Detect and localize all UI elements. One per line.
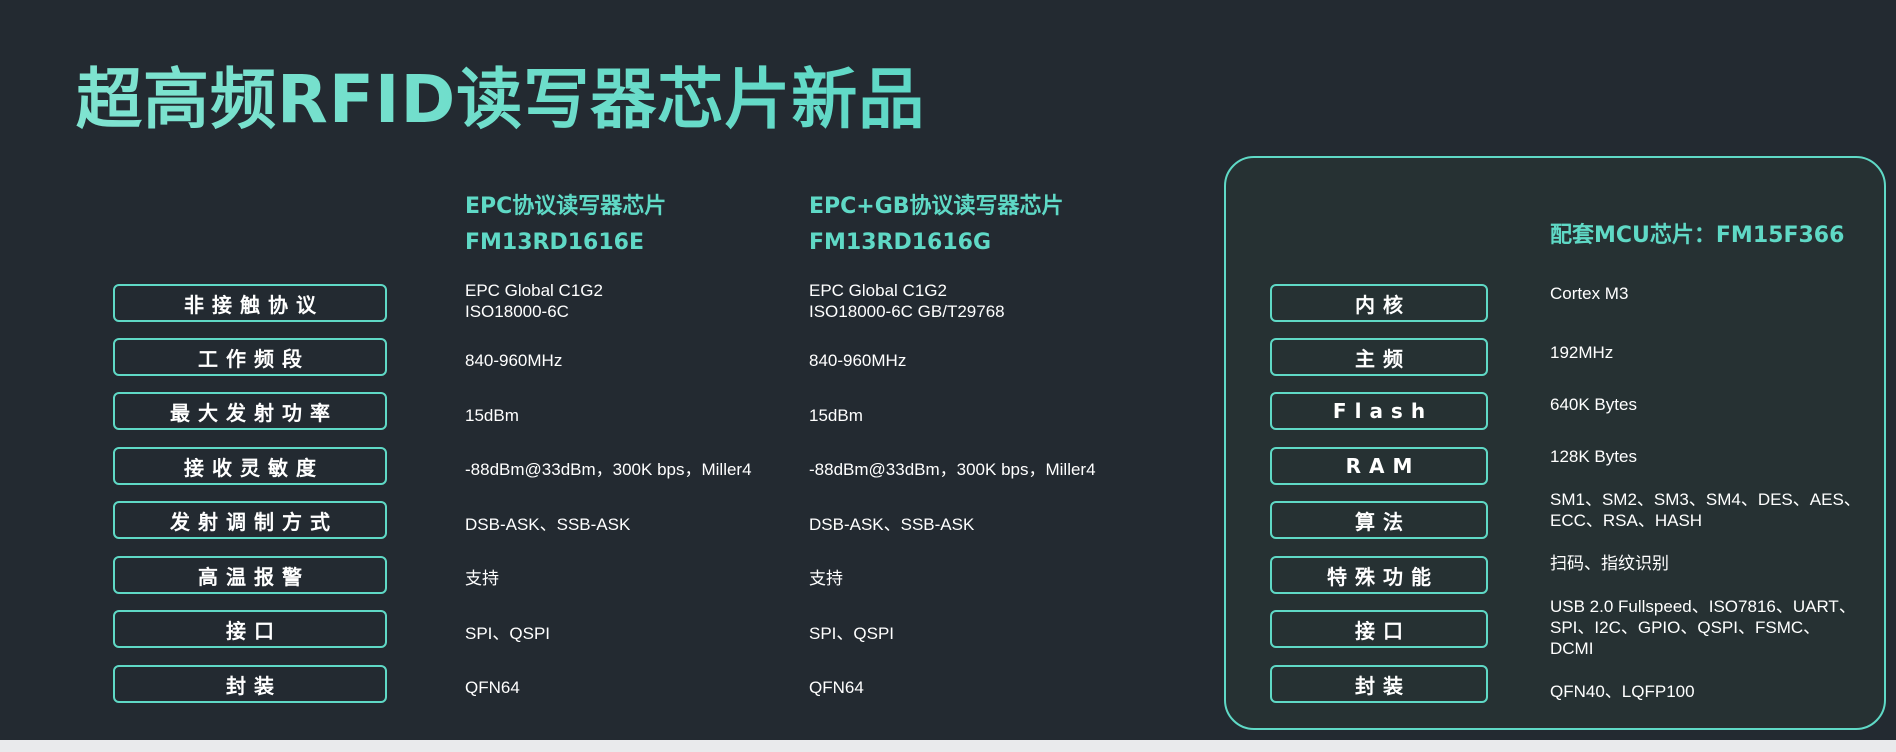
mcu-value: 128K Bytes [1550, 447, 1637, 466]
epc-cell: 840-960MHz [465, 351, 563, 370]
epcgb-cell: -88dBm@33dBm，300K bps，Miller4 [809, 460, 1096, 479]
mcu-value: SM1、SM2、SM3、SM4、DES、AES、 ECC、RSA、HASH [1550, 490, 1861, 530]
mcu-value: QFN40、LQFP100 [1550, 682, 1695, 701]
mcu-row-label: 接口 [1270, 610, 1488, 648]
epcgb-cell: 15dBm [809, 406, 863, 425]
mcu-value: 640K Bytes [1550, 395, 1637, 414]
mcu-value: 扫码、指纹识别 [1550, 554, 1669, 573]
row-label: 高温报警 [113, 556, 387, 594]
mcu-row-label: 主频 [1270, 338, 1488, 376]
mcu-row-label: RAM [1270, 447, 1488, 485]
epc-protocol-heading: EPC协议读写器芯片 [465, 194, 667, 219]
epc-model-heading: FM13RD1616E [465, 230, 644, 255]
epc-cell: QFN64 [465, 678, 520, 697]
mcu-value: 192MHz [1550, 343, 1614, 362]
epc-cell: SPI、QSPI [465, 624, 551, 643]
slide: 超高频RFID读写器芯片新品 EPC协议读写器芯片 FM13RD1616E EP… [0, 0, 1896, 740]
mcu-value: Cortex M3 [1550, 284, 1629, 303]
row-label: 发射调制方式 [113, 501, 387, 539]
epcgb-cell: 840-960MHz [809, 351, 907, 370]
mcu-row-label: Flash [1270, 392, 1488, 430]
row-label: 接口 [113, 610, 387, 648]
row-label: 封装 [113, 665, 387, 703]
epcgb-cell: QFN64 [809, 678, 864, 697]
epc-cell: 支持 [465, 569, 499, 588]
row-label: 接收灵敏度 [113, 447, 387, 485]
row-label: 工作频段 [113, 338, 387, 376]
mcu-row-label: 特殊功能 [1270, 556, 1488, 594]
page-title: 超高频RFID读写器芯片新品 [76, 46, 925, 142]
epc-cell: -88dBm@33dBm，300K bps，Miller4 [465, 460, 752, 479]
mcu-row-label: 内核 [1270, 284, 1488, 322]
epcgb-cell: DSB-ASK、SSB-ASK [809, 515, 975, 534]
row-label: 最大发射功率 [113, 392, 387, 430]
epcgb-model-heading: FM13RD1616G [809, 230, 992, 255]
row-label: 非接触协议 [113, 284, 387, 322]
mcu-heading: 配套MCU芯片：FM15F366 [1550, 223, 1845, 248]
epc-cell: EPC Global C1G2 ISO18000-6C [465, 281, 603, 321]
epc-cell: DSB-ASK、SSB-ASK [465, 515, 631, 534]
epcgb-cell: EPC Global C1G2 ISO18000-6C GB/T29768 [809, 281, 1005, 321]
mcu-row-label: 封装 [1270, 665, 1488, 703]
epcgb-protocol-heading: EPC+GB协议读写器芯片 [809, 194, 1064, 219]
epcgb-cell: SPI、QSPI [809, 624, 895, 643]
mcu-value: USB 2.0 Fullspeed、ISO7816、UART、 SPI、I2C、… [1550, 597, 1856, 658]
epc-cell: 15dBm [465, 406, 519, 425]
epcgb-cell: 支持 [809, 569, 843, 588]
mcu-row-label: 算法 [1270, 501, 1488, 539]
bottom-strip [0, 740, 1896, 752]
